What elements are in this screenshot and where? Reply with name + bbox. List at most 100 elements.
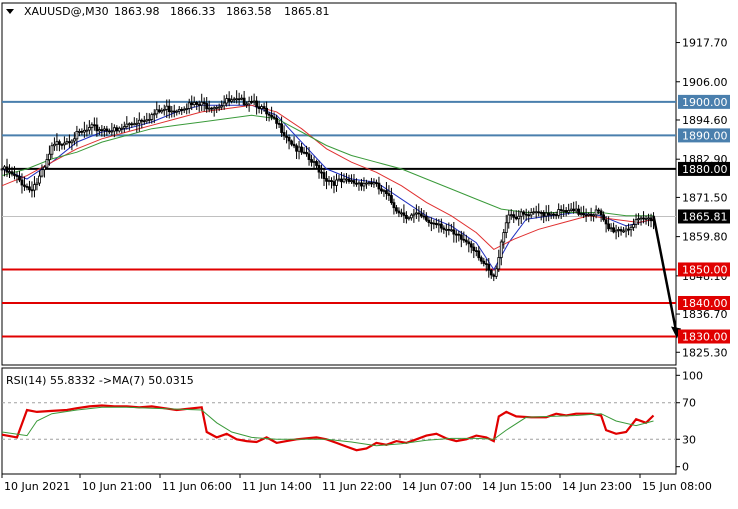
candle-body [220,105,224,108]
candle-body [125,123,129,127]
candle-body [589,213,593,216]
rsi-axis: 100 70 30 0 [676,369,703,474]
candle-body [282,132,286,137]
candle-body [330,180,333,182]
candle-body [619,229,623,232]
candle-body [13,173,16,176]
candle-body [367,182,371,185]
candle-body [352,180,356,184]
candle-body [285,135,288,138]
candle-body [462,238,466,241]
candle-body [479,257,483,262]
candle-body [559,209,563,211]
candle-body [212,107,216,110]
candle-body [160,110,164,113]
candle-body [48,153,51,161]
candle-body [532,211,536,214]
candle-body [255,100,259,108]
candle-body [60,144,64,146]
candle-body [327,180,331,182]
candle-body [292,143,296,147]
candle-body [102,128,106,131]
candle-body [637,218,640,221]
candle-body [20,179,24,186]
candle-body [360,182,363,187]
candle-body [3,166,6,170]
candle-body [110,130,114,133]
level-tag-label: 1850.00 [682,263,728,276]
candle-body [587,213,591,216]
candle-body [157,109,161,113]
candle-body [647,217,650,220]
candle-body [222,102,226,107]
candle-body [307,153,311,160]
candle-body [577,208,581,215]
candle-body [115,127,119,132]
candle-body [539,212,543,214]
candle-body [537,211,541,214]
candle-body [10,171,14,175]
candle-body [40,169,44,177]
candle-body [8,171,11,174]
candle-body [552,213,556,216]
candle-body [542,212,546,217]
candle-body [409,214,413,219]
candle-body [75,131,79,140]
candle-body [612,227,615,233]
candle-body [449,229,453,232]
time-tick-label: 10 Jun 2021 [4,480,70,493]
candle-body [372,182,376,185]
candle-body [150,114,154,120]
candle-body [350,180,353,182]
candle-body [305,152,308,155]
candle-body [197,104,201,106]
candle-body [375,182,378,185]
candle-body [85,129,89,132]
candle-body [457,233,461,236]
candle-body [432,222,436,225]
rsi-tick-label: 30 [682,433,696,446]
candle-body [524,213,528,216]
candle-body [272,116,276,119]
candle-body [240,97,244,100]
candle-body [0,168,4,171]
candle-body [607,223,610,230]
dropdown-triangle-icon[interactable] [6,9,14,14]
candle-body [472,246,476,251]
candle-body [267,113,271,116]
candle-body [469,243,473,248]
candle-body [262,106,266,109]
candle-body [574,208,578,212]
low-value: 1863.58 [226,5,272,18]
candle-body [97,129,101,132]
candle-body [447,228,451,231]
candle-body [95,124,99,132]
candle-body [145,119,149,122]
candle-body [484,263,488,265]
candle-body [280,123,283,133]
chart-canvas: 1917.701906.001894.601882.901871.501859.… [0,2,730,493]
price-axis: 1917.701906.001894.601882.901871.501859.… [676,37,728,359]
candle-body [632,224,635,228]
candle-body [295,145,298,152]
candle-body [417,212,421,215]
candle-body [642,217,645,220]
level-labels: 1900.00 1890.00 1880.00 1850.00 1840.00 1830.… [678,94,730,344]
candle-body [347,178,351,182]
candle-body [325,178,328,182]
candle-body [177,109,181,112]
candle-body [287,137,291,142]
candle-body [392,202,396,209]
candle-body [582,213,586,216]
candle-body [242,97,246,105]
candle-body [517,215,521,220]
candle-body [422,215,426,218]
candle-body [82,129,86,133]
candle-body [35,182,39,185]
candle-body [385,190,388,195]
candle-body [100,129,104,132]
symbol-label: XAUUSD@,M30 [24,5,109,18]
candle-body [207,107,211,110]
candle-body [614,229,618,233]
candle-body [562,210,566,212]
